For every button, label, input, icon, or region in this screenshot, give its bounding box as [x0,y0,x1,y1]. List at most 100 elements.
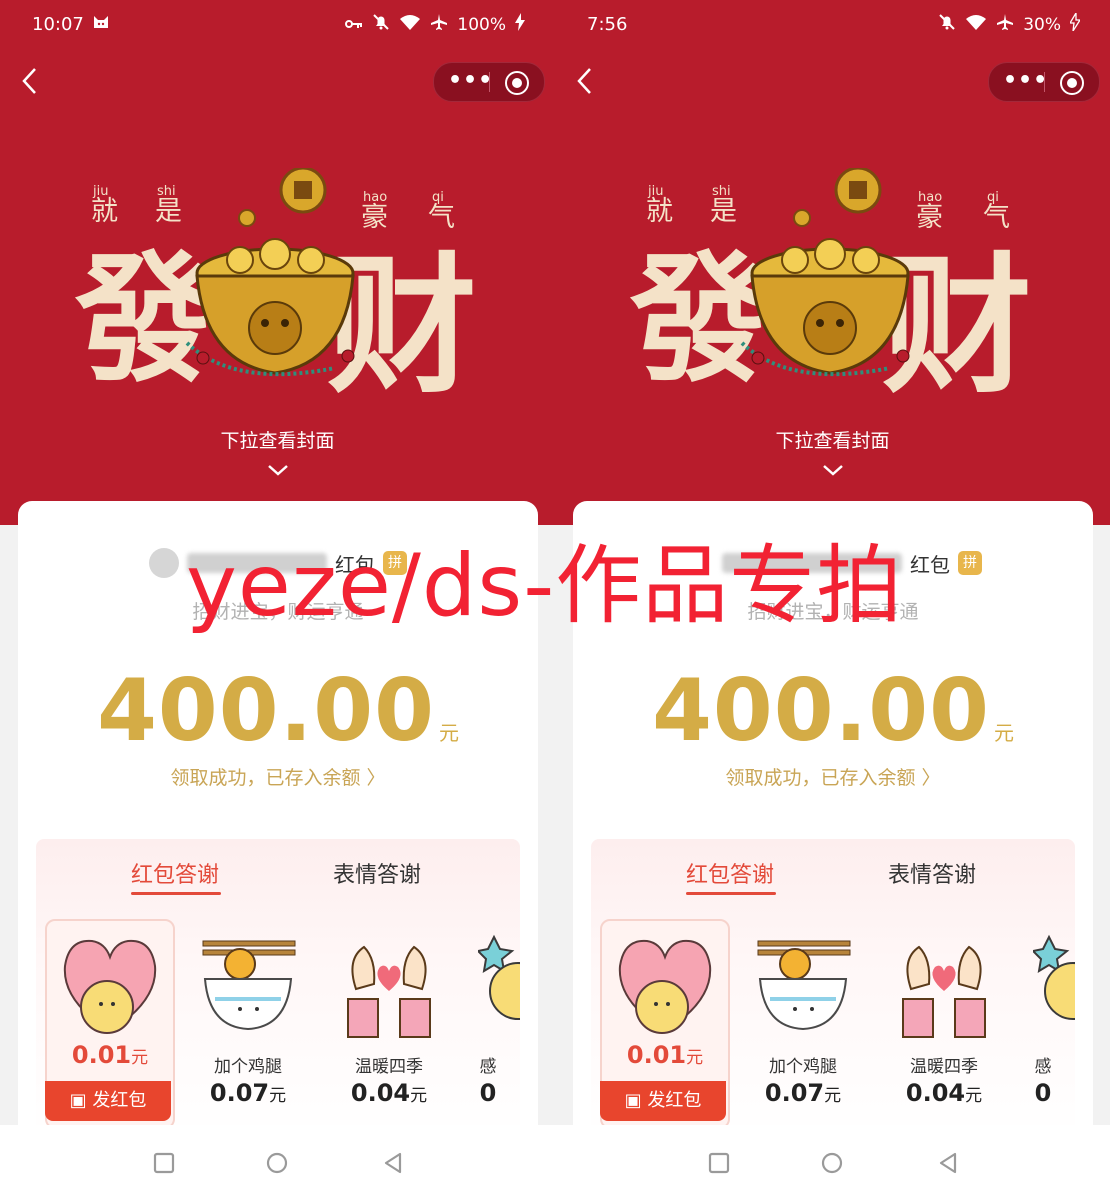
avatar [149,548,179,578]
battery-bolt-icon [1068,10,1082,36]
more-dots-icon[interactable]: ••• [1003,68,1048,93]
char-fa: 發 [630,239,770,393]
active-tab-indicator [686,892,776,895]
battery-text: 30% [1023,14,1061,35]
hands-heart-icon [902,945,986,1038]
gift-option-heart[interactable]: 0.01元 ▣ 发红包 [600,919,730,1125]
amount-display: 400.00 元 [18,661,538,761]
status-time: 10:07 [32,14,84,35]
gift-price: 0.01元 [626,1041,704,1069]
char-qi: 气 [983,202,1010,233]
mini-program-capsule: ••• [433,62,545,102]
char-jiu: 就 [91,196,118,227]
fortune-cover-art: jiu shi hao qi 就 是 豪 气 發 财 [75,168,475,393]
gift-price: 0.07元 [764,1079,842,1107]
char-cai: 财 [882,240,1030,393]
gift-name: 温暖四季 [355,1057,423,1077]
char-hao: 豪 [916,202,943,233]
gift-price: 0 [1034,1079,1052,1107]
send-red-packet-button[interactable]: ▣ 发红包 [45,1081,171,1121]
gift-option-drumstick[interactable]: 加个鸡腿 0.07元 [185,919,311,1125]
char-fa: 發 [75,239,215,393]
wifi-icon [965,14,987,35]
mini-program-capsule: ••• [988,62,1100,102]
tab-red-packet-thanks[interactable]: 红包答谢 [131,857,219,889]
chevron-down-icon[interactable] [821,462,845,478]
key-icon [345,15,363,35]
send-red-packet-button[interactable]: ▣ 发红包 [600,1081,726,1121]
pull-down-hint: 下拉查看封面 [775,430,890,452]
gift-option-heart[interactable]: 0.01元 ▣ 发红包 [45,919,175,1125]
airplane-icon [996,13,1014,36]
received-link[interactable]: 领取成功，已存入余额 〉 [18,763,538,790]
thank-you-panel: 红包答谢 表情答谢 0.01元 ▣ 发红包 加个鸡腿 0.07元 温暖四季 0.… [591,839,1075,1125]
mute-bell-icon [372,13,390,36]
char-qi: 气 [428,202,455,233]
sender-suffix: 红包 [910,552,950,577]
more-dots-icon[interactable]: ••• [448,68,493,93]
char-jiu: 就 [646,196,673,227]
status-time: 7:56 [587,14,628,35]
recents-square-icon[interactable] [708,1152,730,1174]
heart-hug-icon [63,939,157,1034]
pull-down-hint: 下拉查看封面 [220,430,335,452]
chevron-down-icon[interactable] [266,462,290,478]
red-packet-cover: 10:07 100% ••• jiu shi hao qi 就 是 豪 气 發 … [0,0,555,525]
gift-name: 感 [1034,1057,1052,1077]
gift-name: 温暖四季 [910,1057,978,1077]
gift-option-warm-hands[interactable]: 温暖四季 0.04元 [326,919,452,1125]
back-arrow-icon[interactable] [16,64,46,98]
back-arrow-icon[interactable] [571,64,601,98]
close-target-icon[interactable] [505,71,529,95]
back-triangle-icon[interactable] [382,1152,404,1174]
heart-hug-icon [618,939,712,1034]
charging-bolt-icon [515,13,525,36]
amount-display: 400.00 元 [573,661,1093,761]
tab-sticker-thanks[interactable]: 表情答谢 [333,857,421,889]
close-target-icon[interactable] [1060,71,1084,95]
gift-price: 0.04元 [905,1079,983,1107]
battery-text: 100% [457,14,506,35]
gift-name: 加个鸡腿 [214,1057,282,1077]
char-hao: 豪 [361,202,388,233]
amount-value: 400.00 [652,661,990,761]
received-link[interactable]: 领取成功，已存入余额 〉 [573,763,1093,790]
thank-you-panel: 红包答谢 表情答谢 0.01元 ▣ 发红包 加个鸡腿 0.07元 温暖四季 0.… [36,839,520,1125]
cat-app-icon [92,12,110,35]
gift-price: 0.07元 [209,1079,287,1107]
home-circle-icon[interactable] [266,1152,288,1174]
amount-value: 400.00 [97,661,435,761]
gift-price: 0 [479,1079,497,1107]
gift-name: 加个鸡腿 [769,1057,837,1077]
char-shi: 是 [710,196,737,227]
star-moon-icon [478,934,520,1020]
star-moon-icon [1033,934,1075,1020]
active-tab-indicator [131,892,221,895]
gift-option-drumstick[interactable]: 加个鸡腿 0.07元 [740,919,866,1125]
group-badge: 拼 [958,551,982,575]
wifi-icon [399,14,421,35]
hands-heart-icon [347,945,431,1038]
gift-price: 0.04元 [350,1079,428,1107]
home-circle-icon[interactable] [821,1152,843,1174]
fortune-cover-art: jiu shi hao qi 就 是 豪 气 發 财 [630,168,1030,393]
gift-option-partial[interactable]: 感 0 [468,919,520,1125]
gift-option-partial[interactable]: 感 0 [1023,919,1075,1125]
airplane-icon [430,13,448,36]
back-triangle-icon[interactable] [937,1152,959,1174]
gift-price: 0.01元 [71,1041,149,1069]
rice-bowl-drumstick-icon [202,940,296,1031]
tab-sticker-thanks[interactable]: 表情答谢 [888,857,976,889]
recents-square-icon[interactable] [153,1152,175,1174]
char-shi: 是 [155,196,182,227]
gift-option-warm-hands[interactable]: 温暖四季 0.04元 [881,919,1007,1125]
char-cai: 财 [327,240,475,393]
amount-unit: 元 [993,721,1014,745]
system-nav-bar [0,1125,1110,1200]
watermark-text: yeze/ds-作品专拍 [186,536,904,636]
rice-bowl-drumstick-icon [757,940,851,1031]
status-bar: 7:56 30% [555,0,1110,50]
tab-red-packet-thanks[interactable]: 红包答谢 [686,857,774,889]
mute-bell-icon [938,13,956,36]
status-bar: 10:07 100% [0,0,555,50]
